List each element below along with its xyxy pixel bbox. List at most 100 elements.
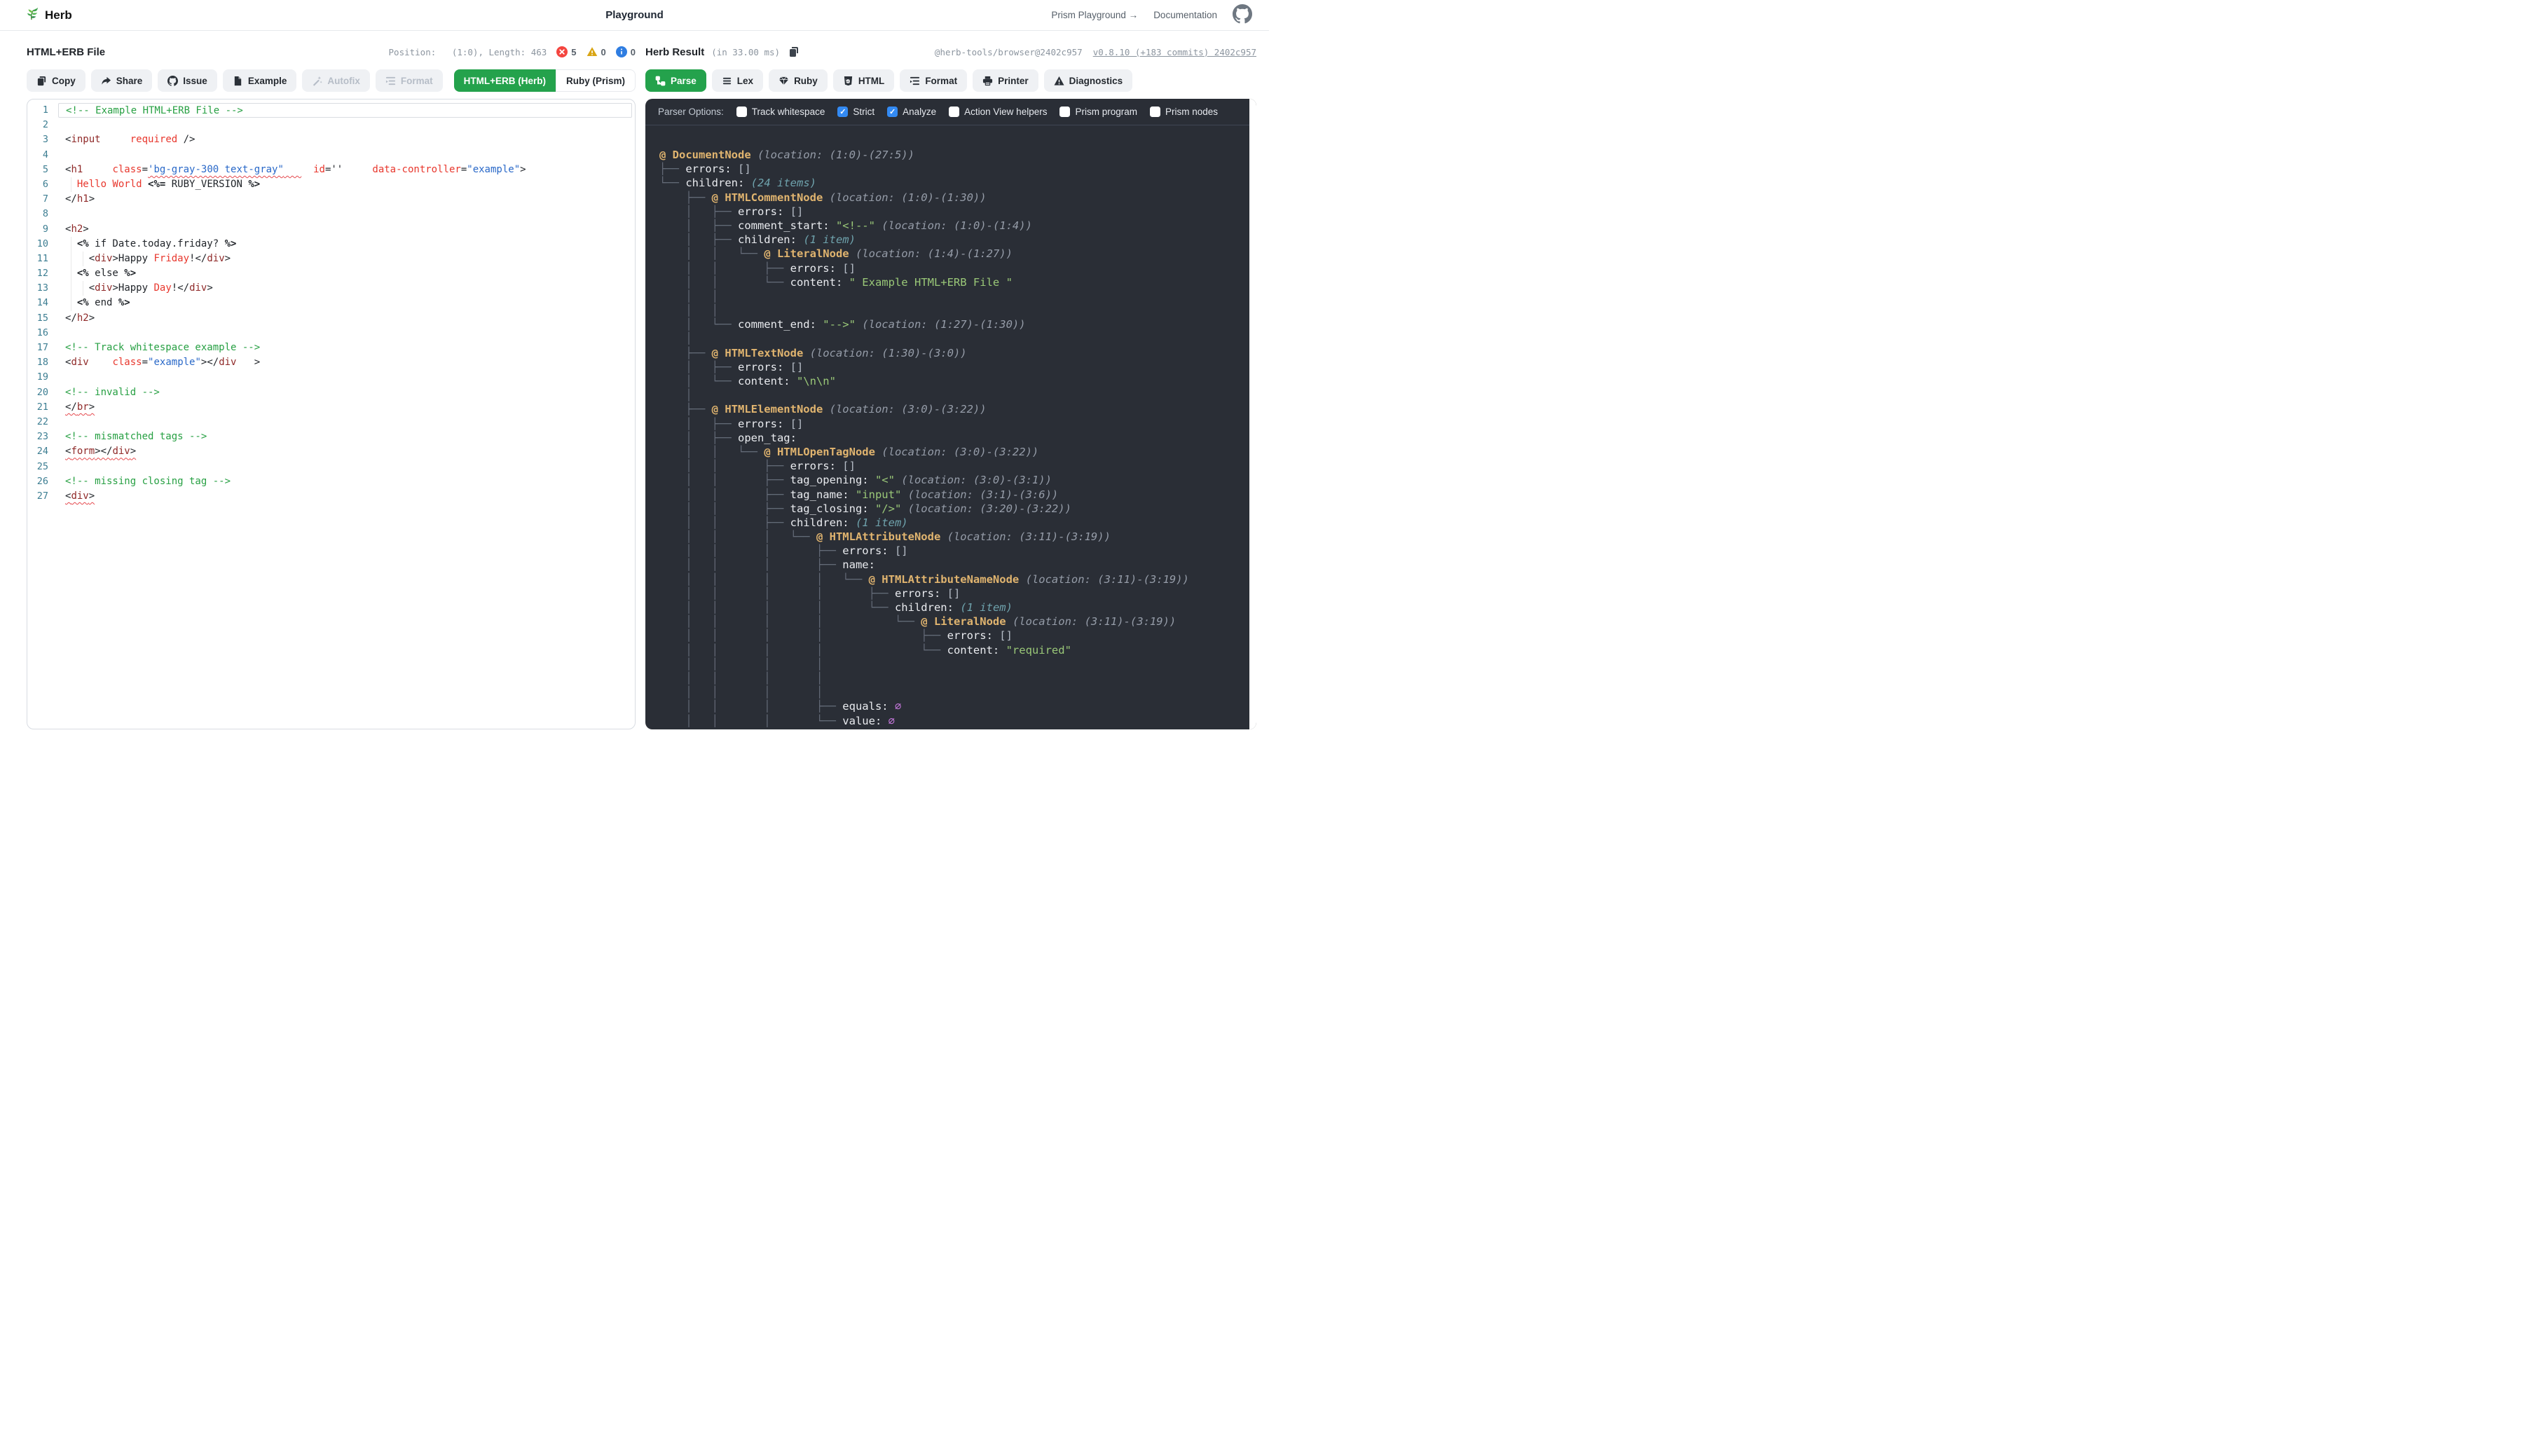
code-line: 26<!-- missing closing tag --> xyxy=(27,474,635,489)
result-panel: Parser Options: Track whitespace Strict … xyxy=(645,99,1256,729)
result-scrollbar[interactable] xyxy=(1249,99,1256,729)
tree-line: │ │ ├── errors: [] xyxy=(659,261,1256,275)
error-icon xyxy=(556,46,568,57)
checkbox-icon xyxy=(949,107,959,117)
position-length-text: Position: (1:0), Length: 463 xyxy=(389,47,547,57)
code-line: 10 <% if Date.today.friday? %> xyxy=(27,237,635,252)
tree-line: │ │ │ │ ├── errors: [] xyxy=(659,586,1256,600)
tree-line: │ │ ├── errors: [] xyxy=(659,459,1256,473)
copy-result-button[interactable] xyxy=(788,46,800,57)
github-link[interactable] xyxy=(1233,4,1252,26)
checkbox-icon xyxy=(736,107,747,117)
gem-icon xyxy=(778,76,789,86)
option-track-whitespace[interactable]: Track whitespace xyxy=(736,107,825,117)
parse-tree-icon xyxy=(655,76,666,86)
github-issue-icon xyxy=(167,76,178,86)
tree-line: │ │ └── @ LiteralNode (location: (1:4)-(… xyxy=(659,247,1256,261)
code-line: 14 <% end %> xyxy=(27,296,635,310)
code-line: 17<!-- Track whitespace example --> xyxy=(27,341,635,355)
tree-line: │ xyxy=(659,331,1256,345)
toggle-ruby-prism[interactable]: Ruby (Prism) xyxy=(556,69,636,92)
tree-line: │ │ │ │ └── @ HTMLAttributeNameNode (loc… xyxy=(659,572,1256,586)
language-toggle: HTML+ERB (Herb) Ruby (Prism) xyxy=(454,69,636,92)
tree-line: │ ├── comment_start: "<!--" (location: (… xyxy=(659,219,1256,233)
tree-line: │ │ xyxy=(659,303,1256,317)
share-button[interactable]: Share xyxy=(91,69,153,92)
tree-line: │ └── content: "\n\n" xyxy=(659,374,1256,388)
tree-line: │ │ └── @ HTMLOpenTagNode (location: (3:… xyxy=(659,445,1256,459)
build-id: @herb-tools/browser@2402c957 xyxy=(935,47,1083,57)
share-icon xyxy=(101,76,111,86)
right-pane-title: Herb Result xyxy=(645,46,704,58)
build-info: @herb-tools/browser@2402c957 v0.8.10 (+1… xyxy=(903,36,1256,68)
copy-button[interactable]: Copy xyxy=(27,69,85,92)
code-line: 22 xyxy=(27,415,635,430)
checkbox-icon xyxy=(837,107,848,117)
tree-line: │ ├── children: (1 item) xyxy=(659,233,1256,247)
diagnostics-tab[interactable]: Diagnostics xyxy=(1044,69,1133,92)
ast-tree[interactable]: @ DocumentNode (location: (1:0)-(27:5))├… xyxy=(645,125,1256,728)
parser-options-label: Parser Options: xyxy=(658,107,724,117)
code-line: 2 xyxy=(27,118,635,132)
code-line: 9<h2> xyxy=(27,222,635,237)
code-line: 15</h2> xyxy=(27,311,635,326)
format-tab[interactable]: Format xyxy=(900,69,967,92)
lex-tab[interactable]: Lex xyxy=(712,69,763,92)
tree-line: │ ├── open_tag: xyxy=(659,431,1256,445)
parser-options-bar: Parser Options: Track whitespace Strict … xyxy=(645,99,1256,125)
format-button-left[interactable]: Format xyxy=(376,69,443,92)
option-prism-nodes[interactable]: Prism nodes xyxy=(1150,107,1218,117)
tree-line: └── children: (24 items) xyxy=(659,176,1256,190)
code-line: 27<div> xyxy=(27,489,635,504)
option-analyze[interactable]: Analyze xyxy=(887,107,936,117)
code-line: 12 <% else %> xyxy=(27,266,635,281)
option-action-view-helpers[interactable]: Action View helpers xyxy=(949,107,1047,117)
tree-line: ├── errors: [] xyxy=(659,162,1256,176)
example-button[interactable]: Example xyxy=(223,69,297,92)
svg-text:5: 5 xyxy=(846,78,849,83)
code-line: 11 <div>Happy Friday!</div> xyxy=(27,252,635,266)
autofix-button[interactable]: Autofix xyxy=(302,69,370,92)
tree-line: │ │ │ │ ├── errors: [] xyxy=(659,629,1256,643)
tree-line: ├── @ HTMLElementNode (location: (3:0)-(… xyxy=(659,402,1256,416)
tree-line: │ │ ├── children: (1 item) xyxy=(659,516,1256,530)
error-count-badge: 5 xyxy=(556,46,576,57)
info-count-badge: 0 xyxy=(616,46,636,57)
code-line: 24<form></div> xyxy=(27,444,635,459)
code-line: 23<!-- mismatched tags --> xyxy=(27,430,635,444)
tree-line: │ ├── errors: [] xyxy=(659,205,1256,219)
printer-icon xyxy=(982,76,993,86)
tree-line: │ │ ├── tag_name: "input" (location: (3:… xyxy=(659,488,1256,502)
html-tab[interactable]: 5 HTML xyxy=(833,69,895,92)
ruby-tab[interactable]: Ruby xyxy=(769,69,828,92)
tree-line: │ ├── errors: [] xyxy=(659,417,1256,431)
tree-line: │ │ ├── tag_closing: "/>" (location: (3:… xyxy=(659,502,1256,516)
code-line: 21</br> xyxy=(27,400,635,415)
code-line: 13 <div>Happy Day!</div> xyxy=(27,281,635,296)
tree-line: │ │ xyxy=(659,289,1256,303)
html5-icon: 5 xyxy=(843,76,853,86)
nav-documentation[interactable]: Documentation xyxy=(1153,10,1217,20)
tree-line: │ ├── errors: [] xyxy=(659,360,1256,374)
tree-line: │ │ │ ├── errors: [] xyxy=(659,544,1256,558)
top-bar: Herb Playground Prism Playground → Docum… xyxy=(0,0,1269,31)
copy-icon xyxy=(36,76,47,86)
tree-line: │ └── comment_end: "-->" (location: (1:2… xyxy=(659,317,1256,331)
code-line: 8 xyxy=(27,207,635,221)
version-link[interactable]: v0.8.10 (+183 commits) 2402c957 xyxy=(1093,47,1256,57)
option-prism-program[interactable]: Prism program xyxy=(1059,107,1137,117)
wand-icon xyxy=(312,76,322,86)
left-pane-title: HTML+ERB File xyxy=(27,46,105,58)
tree-line: │ │ │ │ xyxy=(659,657,1256,671)
toggle-htmlerb-herb[interactable]: HTML+ERB (Herb) xyxy=(454,69,556,92)
copy-icon xyxy=(788,46,800,57)
code-line: 19 xyxy=(27,370,635,385)
issue-button[interactable]: Issue xyxy=(158,69,217,92)
option-strict[interactable]: Strict xyxy=(837,107,874,117)
code-editor[interactable]: 1<!-- Example HTML+ERB File -->23<input … xyxy=(27,99,636,729)
printer-tab[interactable]: Printer xyxy=(973,69,1038,92)
tree-line: │ │ │ │ └── children: (1 item) xyxy=(659,600,1256,614)
parse-tab[interactable]: Parse xyxy=(645,69,706,92)
tree-line: │ │ ├── tag_opening: "<" (location: (3:0… xyxy=(659,473,1256,487)
nav-prism-playground[interactable]: Prism Playground → xyxy=(1051,10,1138,20)
